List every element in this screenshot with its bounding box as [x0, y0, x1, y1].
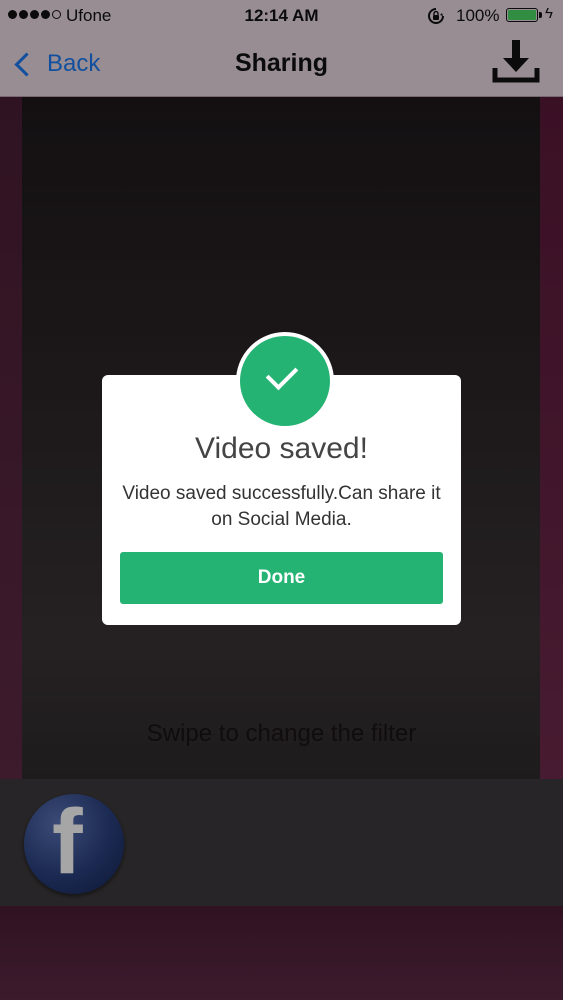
- done-button[interactable]: Done: [120, 552, 443, 604]
- dialog-title: Video saved!: [195, 432, 368, 465]
- checkmark-icon: [265, 357, 299, 391]
- sharing-screen: Ufone 12:14 AM 100% ϟ Back Sharing Swipe…: [0, 0, 563, 1000]
- success-badge: [236, 332, 334, 430]
- dialog-message: Video saved successfully.Can share it on…: [122, 483, 441, 530]
